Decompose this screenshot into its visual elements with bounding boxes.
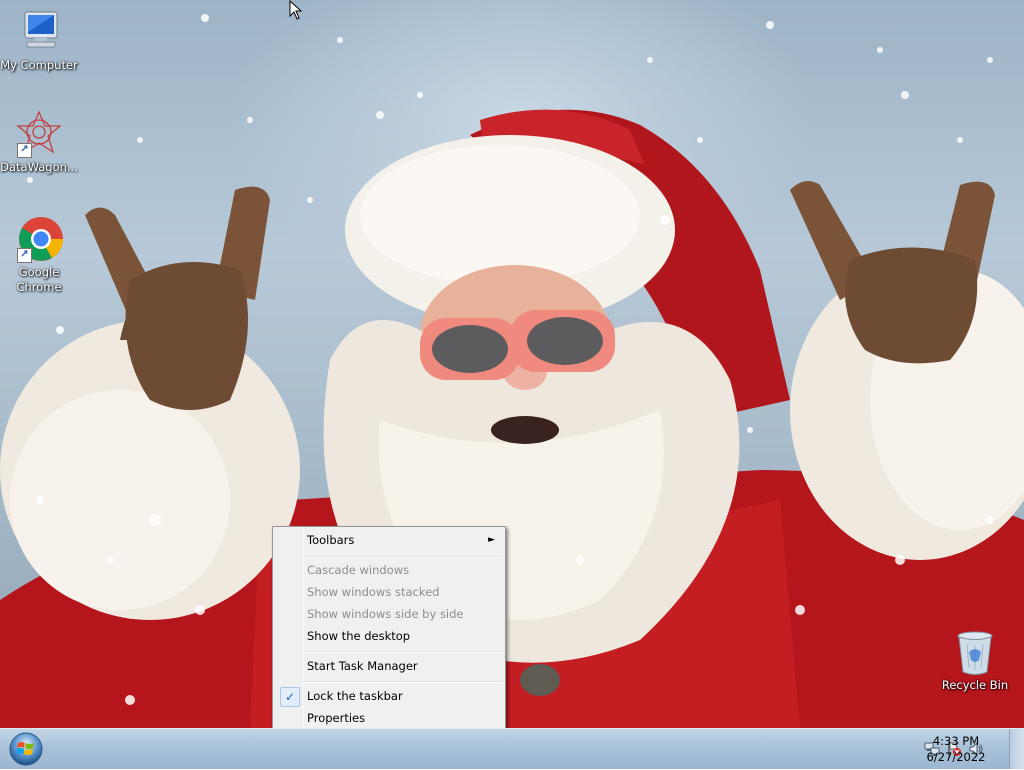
recycle-bin-icon — [955, 630, 995, 676]
desktop-icon-google-chrome[interactable]: ↗ Google Chrome — [0, 215, 78, 295]
start-button[interactable] — [6, 731, 46, 767]
submenu-arrow-icon: ► — [488, 535, 495, 545]
menu-item-label: Show the desktop — [307, 629, 411, 643]
taskbar[interactable]: 4:33 PM 6/27/2022 — [0, 728, 1024, 769]
menu-separator — [303, 556, 502, 558]
menu-item-properties[interactable]: Properties — [275, 707, 503, 729]
mouse-cursor-icon — [289, 0, 303, 20]
desktop-icon-label: My Computer — [0, 58, 78, 72]
desktop-wallpaper — [0, 0, 1024, 728]
checkmark-icon: ✓ — [280, 687, 300, 707]
desktop-icon-recycle-bin[interactable]: Recycle Bin — [936, 630, 1014, 693]
menu-item-label: Show windows stacked — [307, 585, 440, 599]
menu-separator — [303, 681, 502, 683]
menu-item-cascade-windows: Cascade windows — [275, 559, 503, 581]
menu-item-label: Show windows side by side — [307, 607, 464, 621]
menu-item-label: Toolbars — [307, 533, 355, 547]
shortcut-arrow-icon: ↗ — [17, 248, 32, 263]
menu-item-label: Properties — [307, 711, 366, 725]
desktop-icon-my-computer[interactable]: My Computer — [0, 8, 78, 73]
menu-item-label: Cascade windows — [307, 563, 410, 577]
menu-item-start-task-manager[interactable]: Start Task Manager — [275, 655, 503, 677]
menu-item-lock-the-taskbar[interactable]: ✓ Lock the taskbar — [275, 685, 503, 707]
computer-icon — [15, 8, 63, 56]
menu-item-label: Start Task Manager — [307, 659, 418, 673]
chrome-icon: ↗ — [15, 215, 63, 263]
taskbar-context-menu: Toolbars ► Cascade windows Show windows … — [272, 526, 506, 733]
taskbar-clock[interactable]: 4:33 PM 6/27/2022 — [916, 733, 996, 765]
clock-date: 6/27/2022 — [926, 750, 986, 764]
desktop-icon-label: Google Chrome — [16, 265, 62, 294]
santa-wallpaper-image — [0, 14, 1024, 728]
shortcut-arrow-icon: ↗ — [17, 143, 32, 158]
desktop-icon-label: DataWagon... — [0, 160, 78, 174]
menu-item-show-windows-stacked: Show windows stacked — [275, 581, 503, 603]
show-desktop-button[interactable] — [1009, 729, 1024, 769]
desktop-icon-datawagon[interactable]: ↗ DataWagon... — [0, 110, 78, 175]
windows-orb-icon — [9, 732, 43, 766]
datawagon-icon: ↗ — [15, 110, 63, 158]
clock-time: 4:33 PM — [932, 734, 980, 748]
menu-separator — [303, 651, 502, 653]
desktop-icon-label: Recycle Bin — [941, 678, 1009, 692]
menu-item-show-the-desktop[interactable]: Show the desktop — [275, 625, 503, 647]
menu-item-toolbars[interactable]: Toolbars ► — [275, 529, 503, 551]
menu-item-show-windows-side-by-side: Show windows side by side — [275, 603, 503, 625]
menu-item-label: Lock the taskbar — [307, 689, 403, 703]
